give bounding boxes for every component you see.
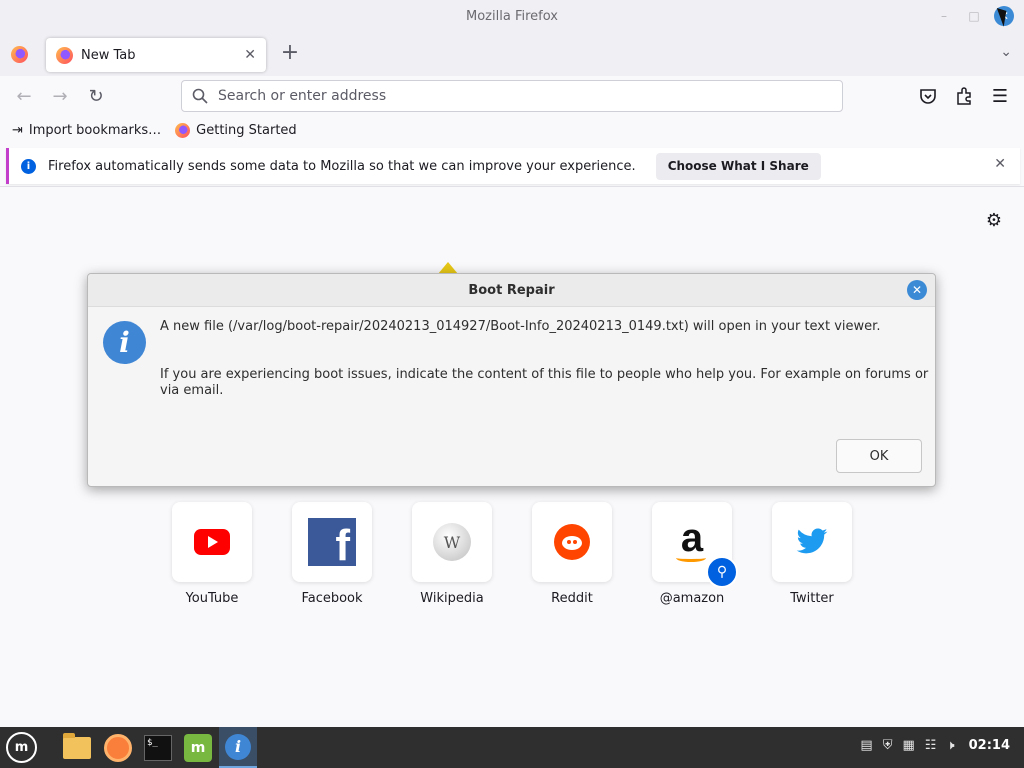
network-icon[interactable]: ☷	[925, 738, 937, 753]
amazon-icon: a	[680, 516, 704, 560]
top-site-twitter[interactable]: Twitter	[772, 502, 852, 606]
search-icon	[192, 88, 208, 104]
firefox-bookmark-icon	[175, 122, 191, 138]
top-site-facebook[interactable]: f Facebook	[292, 502, 372, 606]
top-sites: YouTube f Facebook W Wikipedia Reddit a …	[172, 502, 852, 606]
dialog-title: Boot Repair	[468, 283, 555, 298]
choose-what-i-share-button[interactable]: Choose What I Share	[655, 152, 821, 180]
youtube-icon	[194, 529, 230, 555]
bookmarks-toolbar: ⇥ Import bookmarks… Getting Started	[0, 116, 1024, 144]
taskbar-boot-repair[interactable]: i	[219, 727, 257, 768]
maximize-icon[interactable]: □	[964, 6, 984, 26]
mint-app-icon: m	[184, 733, 212, 762]
new-tab-icon[interactable]: +	[280, 42, 300, 66]
dialog-message-line: If you are experiencing boot issues, ind…	[160, 367, 929, 398]
info-icon: i	[21, 158, 36, 174]
bookmark-label: Getting Started	[196, 122, 297, 138]
back-icon[interactable]: ←	[12, 84, 36, 108]
site-label: Reddit	[551, 591, 593, 606]
taskbar-files[interactable]	[58, 727, 96, 768]
site-label: YouTube	[185, 591, 239, 606]
site-label: Facebook	[301, 591, 363, 606]
mint-menu-icon[interactable]: m	[6, 732, 37, 763]
dialog-titlebar: Boot Repair ✕	[88, 274, 935, 307]
dialog-message: A new file (/var/log/boot-repair/2024021…	[160, 319, 935, 399]
bookmark-getting-started[interactable]: Getting Started	[175, 122, 297, 138]
info-icon: i	[225, 733, 251, 760]
search-input[interactable]	[218, 88, 818, 104]
site-tile[interactable]	[172, 502, 252, 582]
menu-icon[interactable]: ☰	[988, 84, 1012, 108]
site-tile[interactable]: f	[292, 502, 372, 582]
folder-icon	[63, 732, 91, 759]
system-tray: ▤ ⛨ ▦ ☷ 🕨 02:14	[860, 738, 1010, 753]
shield-icon[interactable]: ⛨	[883, 738, 893, 753]
reload-icon[interactable]: ↻	[84, 84, 108, 108]
gear-icon[interactable]: ⚙	[986, 210, 1002, 231]
terminal-icon: $_	[144, 734, 172, 761]
data-collection-notification: i Firefox automatically sends some data …	[6, 148, 1020, 184]
ok-button[interactable]: OK	[836, 439, 922, 473]
update-manager-icon[interactable]: ▤	[860, 738, 872, 753]
tab-strip: New Tab ✕ + ⌄	[0, 34, 1024, 76]
bookmark-label: Import bookmarks…	[28, 122, 162, 138]
volume-icon[interactable]: 🕨	[946, 738, 954, 753]
notes-icon[interactable]: ▦	[902, 738, 914, 753]
taskbar-mintinstall[interactable]: m	[179, 727, 217, 768]
import-icon: ⇥	[12, 122, 23, 138]
site-tile[interactable]: W	[412, 502, 492, 582]
divider	[0, 186, 1024, 187]
pocket-icon[interactable]	[916, 84, 940, 108]
facebook-icon: f	[308, 518, 356, 566]
top-site-reddit[interactable]: Reddit	[532, 502, 612, 606]
site-label: Twitter	[790, 591, 834, 606]
notification-text: Firefox automatically sends some data to…	[48, 158, 636, 174]
taskbar: m $_ m i ▤ ⛨ ▦ ☷ 🕨 02:14	[0, 727, 1024, 768]
window-titlebar: Mozilla Firefox – □ ✕	[0, 0, 1024, 34]
taskbar-firefox[interactable]	[99, 727, 137, 768]
site-tile[interactable]	[772, 502, 852, 582]
close-dialog-icon[interactable]: ✕	[907, 280, 927, 300]
bookmark-import[interactable]: ⇥ Import bookmarks…	[12, 123, 161, 138]
tab-new-tab[interactable]: New Tab ✕	[46, 38, 266, 72]
close-tab-icon[interactable]: ✕	[244, 47, 256, 63]
top-site-amazon[interactable]: a ⚲ @amazon	[652, 502, 738, 606]
amazon-smile-icon	[676, 554, 706, 562]
top-site-wikipedia[interactable]: W Wikipedia	[412, 502, 492, 606]
tab-label: New Tab	[81, 47, 136, 63]
site-tile[interactable]	[532, 502, 612, 582]
window-title: Mozilla Firefox	[466, 9, 558, 24]
search-shortcut-icon: ⚲	[706, 556, 738, 588]
minimize-icon[interactable]: –	[934, 6, 954, 26]
wikipedia-icon: W	[433, 523, 471, 561]
site-label: Wikipedia	[420, 591, 484, 606]
top-site-youtube[interactable]: YouTube	[172, 502, 252, 606]
chevron-down-icon[interactable]: ⌄	[1000, 44, 1012, 60]
extensions-icon[interactable]	[952, 84, 976, 108]
clock[interactable]: 02:14	[969, 738, 1010, 753]
twitter-icon	[796, 528, 828, 554]
close-notification-icon[interactable]: ✕	[994, 156, 1006, 172]
firefox-tab-icon	[56, 46, 73, 64]
address-bar[interactable]	[181, 80, 843, 112]
firefox-icon	[104, 733, 132, 762]
site-tile[interactable]: a ⚲	[652, 502, 738, 588]
info-icon: i	[103, 321, 146, 364]
dialog-message-line: A new file (/var/log/boot-repair/2024021…	[160, 319, 881, 334]
firefox-view-icon[interactable]	[11, 46, 28, 63]
reddit-icon	[554, 524, 590, 560]
navigation-toolbar: ← → ↻ ☰	[0, 76, 1024, 116]
boot-repair-dialog: Boot Repair ✕ i A new file (/var/log/boo…	[87, 273, 936, 487]
taskbar-terminal[interactable]: $_	[139, 727, 177, 768]
site-label: @amazon	[659, 591, 725, 606]
forward-icon[interactable]: →	[48, 84, 72, 108]
